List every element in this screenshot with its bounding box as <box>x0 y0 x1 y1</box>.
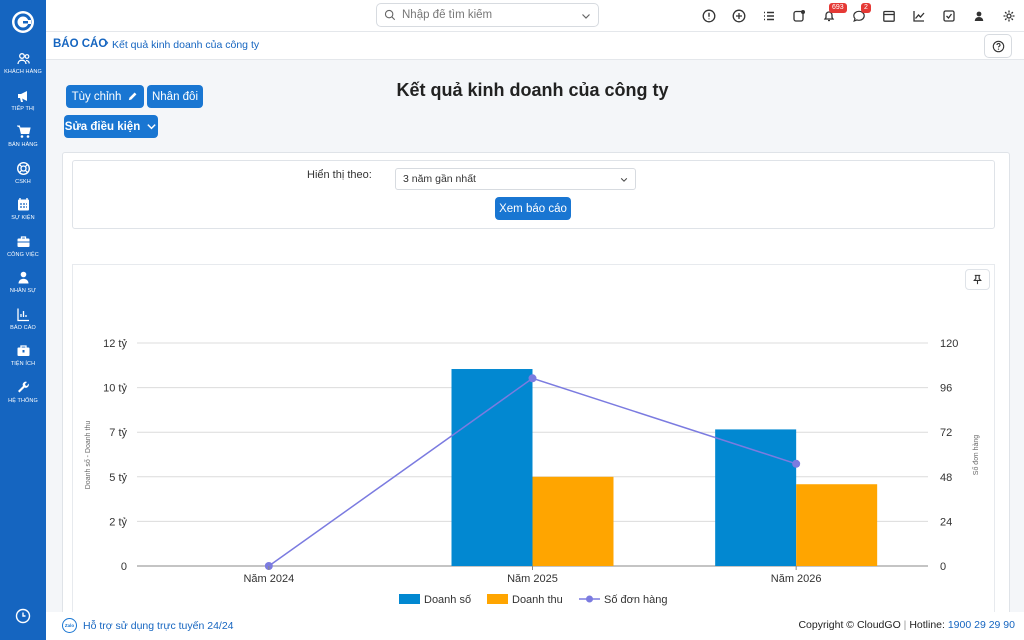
sidebar-item-label: CÔNG VIỆC <box>7 251 39 258</box>
sidebar-item-3[interactable]: CSKH <box>0 159 46 196</box>
period-select[interactable]: 3 năm gần nhất <box>395 168 636 190</box>
sidebar-item-9[interactable]: HỆ THỐNG <box>0 378 46 415</box>
sidebar-item-label: SỰ KIỆN <box>11 215 35 221</box>
customize-label: Tùy chỉnh <box>71 90 122 103</box>
sidebar-item-6[interactable]: NHÂN SỰ <box>0 268 46 305</box>
chat-icon[interactable]: 2 <box>844 0 874 32</box>
sidebar-item-label: KHÁCH HÀNG <box>4 69 42 75</box>
calendar-icon <box>17 198 29 211</box>
breadcrumb: BÁO CÁO › Kết quả kinh doanh của công ty <box>46 32 1024 60</box>
chart-line-icon[interactable] <box>904 0 934 32</box>
view-report-button[interactable]: Xem báo cáo <box>495 197 571 220</box>
cart-icon <box>16 125 31 138</box>
duplicate-label: Nhân đôi <box>151 90 199 103</box>
sidebar-item-4[interactable]: SỰ KIỆN <box>0 195 46 232</box>
sidebar-item-0[interactable]: KHÁCH HÀNG <box>0 49 46 86</box>
sidebar-item-label: TIẾP THỊ <box>11 105 35 112</box>
hotline-label: Hotline: <box>909 619 945 631</box>
edit-conditions-button[interactable]: Sửa điều kiện <box>64 115 158 138</box>
zalo-icon[interactable]: Zalo <box>62 618 77 633</box>
help-icon <box>992 40 1004 52</box>
copyright: Copyright © CloudGO | Hotline: 1900 29 2… <box>798 619 1015 631</box>
pin-button[interactable] <box>965 269 990 290</box>
info-icon[interactable] <box>694 0 724 32</box>
clock-icon[interactable] <box>15 608 31 624</box>
customize-button[interactable]: Tùy chỉnh <box>66 85 144 108</box>
sidebar-item-8[interactable]: TIỆN ÍCH <box>0 341 46 378</box>
view-report-label: Xem báo cáo <box>499 202 567 215</box>
lifebuoy-icon <box>16 161 30 175</box>
chart-panel <box>72 264 995 614</box>
users-icon <box>16 53 30 65</box>
bell-icon[interactable]: 693 <box>814 0 847 32</box>
support-link[interactable]: Hỗ trợ sử dụng trực tuyến 24/24 <box>83 620 234 632</box>
sidebar-item-label: BÁN HÀNG <box>8 142 38 148</box>
sidebar: KHÁCH HÀNG TIẾP THỊ BÁN HÀNG CSKH SỰ KIỆN CÔN… <box>0 0 46 640</box>
report-icon <box>16 308 29 321</box>
help-button[interactable] <box>984 34 1012 58</box>
person-icon <box>18 271 28 284</box>
chevron-down-icon <box>147 124 156 130</box>
topbar: 693 2 <box>46 0 1024 32</box>
copyright-text: Copyright © CloudGO <box>798 619 901 631</box>
sidebar-item-7[interactable]: BÁO CÁO <box>0 305 46 342</box>
sidebar-item-label: NHÂN SỰ <box>9 288 37 294</box>
sidebar-item-1[interactable]: TIẾP THỊ <box>0 86 46 123</box>
calendar-icon[interactable] <box>874 0 904 32</box>
checkbox-icon[interactable] <box>934 0 964 32</box>
megaphone-icon <box>17 90 27 102</box>
breadcrumb-root[interactable]: BÁO CÁO <box>53 38 107 50</box>
edit-conditions-label: Sửa điều kiện <box>64 120 141 133</box>
chevron-down-icon <box>620 178 628 182</box>
filter-label: Hiển thị theo: <box>307 169 372 181</box>
wrench-icon <box>17 381 29 392</box>
footer: Zalo Hỗ trợ sử dụng trực tuyến 24/24 Cop… <box>46 612 1024 640</box>
briefcase-icon <box>17 235 29 247</box>
pencil-icon <box>129 92 137 101</box>
duplicate-button[interactable]: Nhân đôi <box>147 85 203 108</box>
period-select-value: 3 năm gần nhất <box>403 173 476 185</box>
sidebar-item-label: HỆ THỐNG <box>8 397 38 404</box>
page-title: Kết quả kinh doanh của công ty <box>396 80 669 100</box>
list-icon[interactable] <box>754 0 784 32</box>
settings-icon[interactable] <box>994 0 1024 32</box>
sidebar-item-2[interactable]: BÁN HÀNG <box>0 122 46 159</box>
task-notify-icon[interactable] <box>784 0 814 32</box>
sidebar-item-label: TIỆN ÍCH <box>10 361 36 367</box>
sidebar-item-label: BÁO CÁO <box>10 324 36 331</box>
cloudgo-logo[interactable] <box>12 11 34 33</box>
message-badge: 2 <box>861 3 871 13</box>
chevron-down-icon[interactable] <box>581 11 591 21</box>
breadcrumb-separator: › <box>105 37 109 49</box>
sidebar-item-5[interactable]: CÔNG VIỆC <box>0 232 46 269</box>
search-input[interactable] <box>402 9 572 21</box>
sidebar-item-label: CSKH <box>15 178 31 185</box>
toolbox-icon <box>17 345 29 356</box>
breadcrumb-current: Kết quả kinh doanh của công ty <box>112 39 260 51</box>
pin-icon <box>973 274 982 285</box>
hotline-phone[interactable]: 1900 29 29 90 <box>948 619 1015 631</box>
search-icon <box>384 9 396 21</box>
add-icon[interactable] <box>724 0 754 32</box>
global-search[interactable] <box>376 3 599 27</box>
user-icon[interactable] <box>964 0 994 32</box>
